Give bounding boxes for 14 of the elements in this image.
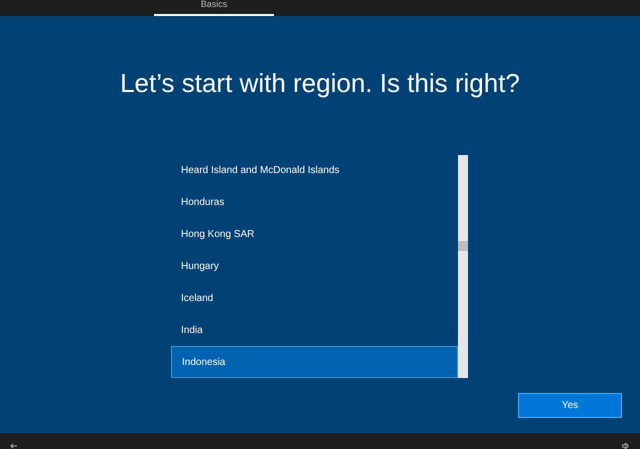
yes-button[interactable]: Yes	[518, 393, 622, 418]
region-item[interactable]: Hungary	[171, 250, 458, 282]
region-item[interactable]: Honduras	[171, 186, 458, 219]
step-tab[interactable]: Basics	[154, 0, 274, 16]
region-item[interactable]: Iceland	[171, 282, 458, 314]
region-item[interactable]: Hong Kong SAR	[171, 218, 458, 251]
region-item[interactable]: Heard Island and McDonald Islands	[171, 155, 458, 187]
speaker-icon[interactable]	[622, 443, 630, 449]
scroll-thumb[interactable]	[458, 241, 468, 251]
region-item[interactable]: Indonesia	[171, 346, 458, 378]
scrollbar[interactable]	[458, 155, 468, 378]
back-arrow-icon[interactable]	[10, 443, 18, 449]
page-title: Let’s start with region. Is this right?	[119, 67, 521, 100]
region-item[interactable]: India	[171, 314, 458, 346]
